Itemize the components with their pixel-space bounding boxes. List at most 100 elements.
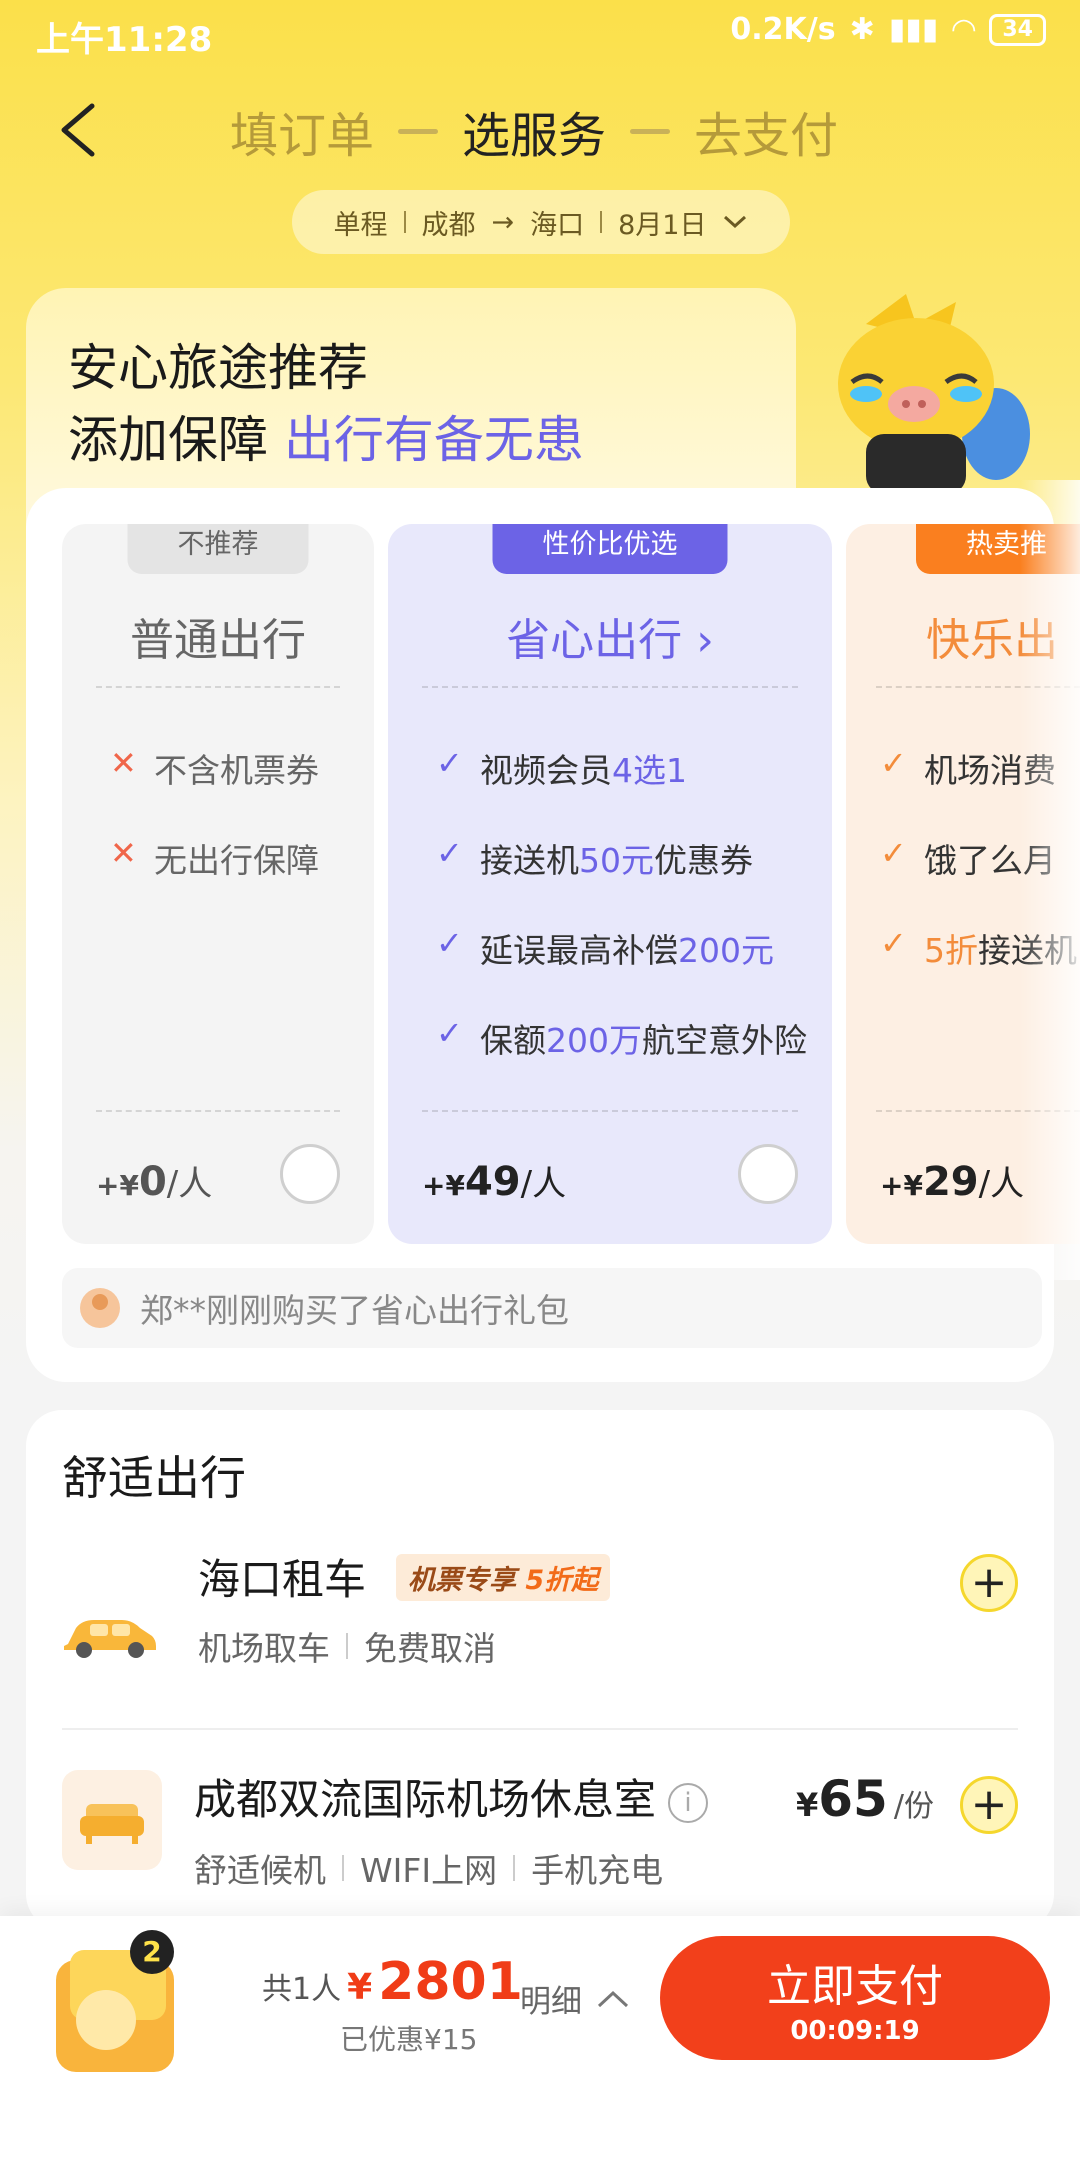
divider xyxy=(422,1110,798,1112)
rental-subtitle: 机场取车 免费取消 xyxy=(198,1622,496,1670)
pay-now-button[interactable]: 立即支付 00:09:19 xyxy=(660,1936,1050,2060)
feature-text: 视频会员4选1 xyxy=(480,751,687,790)
title-highlight: 出行有备无患 xyxy=(283,411,584,469)
divider xyxy=(96,686,340,688)
check-icon: ✓ xyxy=(436,744,463,782)
rental-sub-item: 免费取消 xyxy=(364,1629,496,1668)
plan-tag: 不推荐 xyxy=(127,524,309,574)
status-icons: 0.2K/s ✱ ▮▮▮ ◠ 34 xyxy=(730,12,1046,47)
price-value: 49 xyxy=(464,1159,521,1205)
feature-text: 不含机票券 xyxy=(154,751,319,790)
comfort-title: 舒适出行 xyxy=(62,1451,246,1505)
status-bar: 上午11:28 0.2K/s ✱ ▮▮▮ ◠ 34 xyxy=(0,0,1080,66)
plan-features: ✓ 视频会员4选1 ✓ 接送机50元优惠券 ✓ 延误最高补偿200元 ✓ 保额200万航… xyxy=(436,744,807,1104)
divider xyxy=(422,686,798,688)
price-value: 29 xyxy=(922,1159,979,1205)
chevron-down-icon xyxy=(724,215,747,229)
detail-label: 明细 xyxy=(520,1984,582,2020)
user-avatar-icon xyxy=(80,1288,120,1328)
plan-name[interactable]: 省心出行 › xyxy=(388,604,832,668)
check-icon: ✓ xyxy=(436,924,463,962)
feature-text: 接送机50元优惠券 xyxy=(480,841,753,880)
lounge-sub-item: 舒适候机 xyxy=(194,1851,326,1890)
price-prefix: ¥ xyxy=(796,1786,819,1824)
add-rental-button[interactable]: + xyxy=(960,1554,1018,1612)
info-icon[interactable]: i xyxy=(668,1782,709,1823)
signal-icon: ▮▮▮ xyxy=(888,12,939,47)
feature-item: ✓ 延误最高补偿200元 xyxy=(436,924,807,1014)
status-time: 上午11:28 xyxy=(36,20,213,60)
car-icon xyxy=(64,1620,156,1658)
promo-highlight: 5折起 xyxy=(525,1565,599,1596)
feature-item: ✓ 视频会员4选1 xyxy=(436,744,807,834)
route-selector[interactable]: 单程 成都 → 海口 8月1日 xyxy=(292,190,790,254)
price-value: 0 xyxy=(138,1159,167,1205)
lounge-subtitle: 舒适候机 WIFI上网 手机充电 xyxy=(194,1844,663,1892)
people-count: 共1人 xyxy=(262,1972,342,2007)
rental-title: 海口租车 xyxy=(198,1555,367,1604)
saved-amount: 已优惠¥15 xyxy=(340,2023,478,2056)
net-speed: 0.2K/s xyxy=(730,12,836,47)
wifi-icon: ◠ xyxy=(952,12,976,47)
plan-radio[interactable] xyxy=(280,1144,340,1204)
cross-icon: ✕ xyxy=(110,744,137,782)
route-date: 8月1日 xyxy=(618,209,707,241)
plan-price: +¥49/人 xyxy=(422,1156,566,1205)
purchase-ticker: 郑**刚刚购买了省心出行礼包 xyxy=(62,1268,1042,1348)
separator xyxy=(513,1855,516,1881)
recommend-title-line1: 安心旅途推荐 xyxy=(68,339,368,397)
feature-item: ✕ 无出行保障 xyxy=(110,834,319,924)
back-arrow-icon[interactable] xyxy=(52,100,112,160)
rental-promo-tag: 机票专享 5折起 xyxy=(396,1554,611,1601)
cross-icon: ✕ xyxy=(110,834,137,872)
route-to: 海口 xyxy=(530,209,585,241)
check-icon: ✓ xyxy=(436,834,463,872)
rental-sub-item: 机场取车 xyxy=(198,1629,330,1668)
arrow-right-icon: → xyxy=(491,206,515,238)
price-unit: /人 xyxy=(520,1164,567,1204)
price-unit: /人 xyxy=(978,1164,1025,1204)
divider xyxy=(96,1110,340,1112)
lounge-sub-item: 手机充电 xyxy=(531,1851,664,1890)
plan-card-basic[interactable]: 不推荐 普通出行 ✕ 不含机票券 ✕ 无出行保障 +¥0/人 xyxy=(62,524,374,1244)
plan-price: +¥0/人 xyxy=(96,1156,212,1205)
route-from: 成都 xyxy=(421,209,476,241)
scroll-fade xyxy=(1020,480,1080,1280)
price-prefix: +¥ xyxy=(422,1169,465,1202)
lounge-price: ¥65/份 xyxy=(796,1770,934,1828)
price-detail-toggle[interactable]: 明细 xyxy=(520,1976,630,2021)
price-prefix: +¥ xyxy=(880,1169,923,1202)
recommend-title-line2: 添加保障 出行有备无患 xyxy=(68,404,584,476)
add-lounge-button[interactable]: + xyxy=(960,1776,1018,1834)
check-icon: ✓ xyxy=(880,744,907,782)
plan-name: 普通出行 xyxy=(130,615,306,666)
feature-item: ✓ 保额200万航空意外险 xyxy=(436,1014,807,1104)
separator xyxy=(342,1855,344,1881)
pay-countdown: 00:09:19 xyxy=(790,2016,920,2046)
price-prefix: +¥ xyxy=(96,1169,139,1202)
step-divider xyxy=(398,128,439,134)
plan-price: +¥29/人 xyxy=(880,1156,1024,1205)
lounge-sub-item: WIFI上网 xyxy=(360,1851,498,1890)
separator xyxy=(600,211,603,233)
step-fill-order: 填订单 xyxy=(230,108,375,164)
chevron-right-icon: › xyxy=(696,615,714,666)
coupon-count-badge: 2 xyxy=(130,1930,174,1974)
separator xyxy=(403,211,406,233)
plan-tag: 性价比优选 xyxy=(492,524,728,574)
lounge-title-text: 成都双流国际机场休息室 xyxy=(194,1775,657,1824)
price-value: 65 xyxy=(818,1770,888,1828)
plan-name-text: 省心出行 xyxy=(506,615,683,666)
plan-features: ✕ 不含机票券 ✕ 无出行保障 xyxy=(110,744,319,924)
top-nav: 填订单 选服务 去支付 xyxy=(0,88,1080,168)
total-amount: 2801 xyxy=(378,1952,523,2012)
feature-text: 延误最高补偿200元 xyxy=(480,931,774,970)
check-icon: ✓ xyxy=(880,834,907,872)
sofa-icon xyxy=(62,1770,162,1870)
plan-radio[interactable] xyxy=(738,1144,798,1204)
battery-icon: 34 xyxy=(989,13,1046,46)
plan-card-worry-free[interactable]: 性价比优选 省心出行 › ✓ 视频会员4选1 ✓ 接送机50元优惠券 ✓ 延误最高补偿… xyxy=(388,524,832,1244)
total-price: 共1人 ¥ 2801 xyxy=(262,1952,523,2012)
separator xyxy=(346,1633,348,1659)
title-prefix: 添加保障 xyxy=(68,411,268,469)
